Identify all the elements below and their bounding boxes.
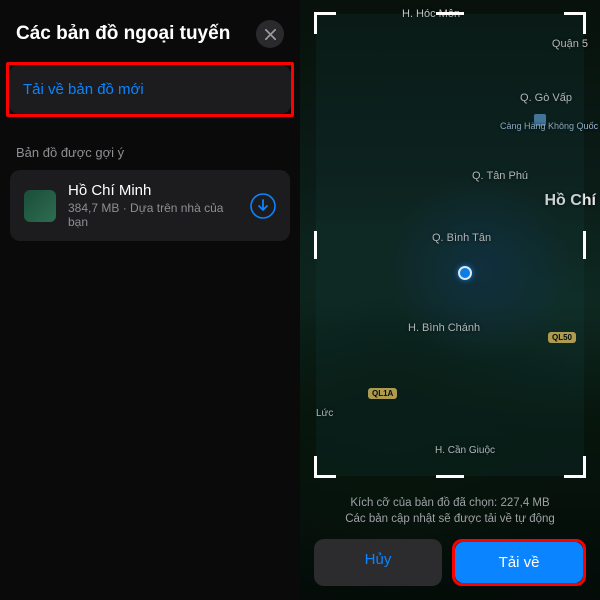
highlight-annotation: Tải về bản đồ mới	[6, 62, 294, 117]
crop-handle-tl[interactable]	[314, 12, 336, 34]
crop-handle-bottom[interactable]	[436, 475, 464, 478]
size-info: Kích cỡ của bản đồ đã chọn: 227,4 MB Các…	[314, 495, 586, 527]
crop-handle-tr[interactable]	[564, 12, 586, 34]
card-text: Hồ Chí Minh 384,7 MB · Dựa trên nhà của …	[68, 182, 238, 229]
crop-handle-br[interactable]	[564, 456, 586, 478]
suggestion-subtitle: 384,7 MB · Dựa trên nhà của bạn	[68, 201, 238, 229]
suggested-section-label: Bản đồ được gợi ý	[0, 117, 300, 170]
crop-handle-bl[interactable]	[314, 456, 336, 478]
close-button[interactable]	[256, 20, 284, 48]
bottom-toolbar: Kích cỡ của bản đồ đã chọn: 227,4 MB Các…	[300, 485, 600, 600]
panel-title: Các bản đồ ngoại tuyến	[16, 23, 230, 45]
download-new-map-button[interactable]: Tải về bản đồ mới	[9, 65, 291, 114]
highlight-annotation-download: Tải về	[452, 539, 586, 586]
suggestion-title: Hồ Chí Minh	[68, 182, 238, 199]
cancel-button[interactable]: Hủy	[314, 539, 442, 586]
crop-handle-top[interactable]	[436, 12, 464, 15]
offline-maps-panel: Các bản đồ ngoại tuyến Tải về bản đồ mới…	[0, 0, 300, 600]
update-line: Các bản cập nhật sẽ được tải về tự động	[314, 511, 586, 527]
panel-header: Các bản đồ ngoại tuyến	[0, 0, 300, 62]
download-button[interactable]: Tải về	[455, 542, 583, 583]
download-icon[interactable]	[250, 193, 276, 219]
map-crop-frame[interactable]	[316, 14, 584, 476]
crop-handle-right[interactable]	[583, 231, 586, 259]
close-icon	[265, 29, 276, 40]
size-line: Kích cỡ của bản đồ đã chọn: 227,4 MB	[314, 495, 586, 511]
button-row: Hủy Tải về	[314, 539, 586, 586]
map-thumbnail-icon	[24, 190, 56, 222]
crop-handle-left[interactable]	[314, 231, 317, 259]
map-selection-panel: H. Hóc Môn Quận 5 Q. Gò Vấp Cảng Hàng Kh…	[300, 0, 600, 600]
suggested-map-card[interactable]: Hồ Chí Minh 384,7 MB · Dựa trên nhà của …	[10, 170, 290, 241]
